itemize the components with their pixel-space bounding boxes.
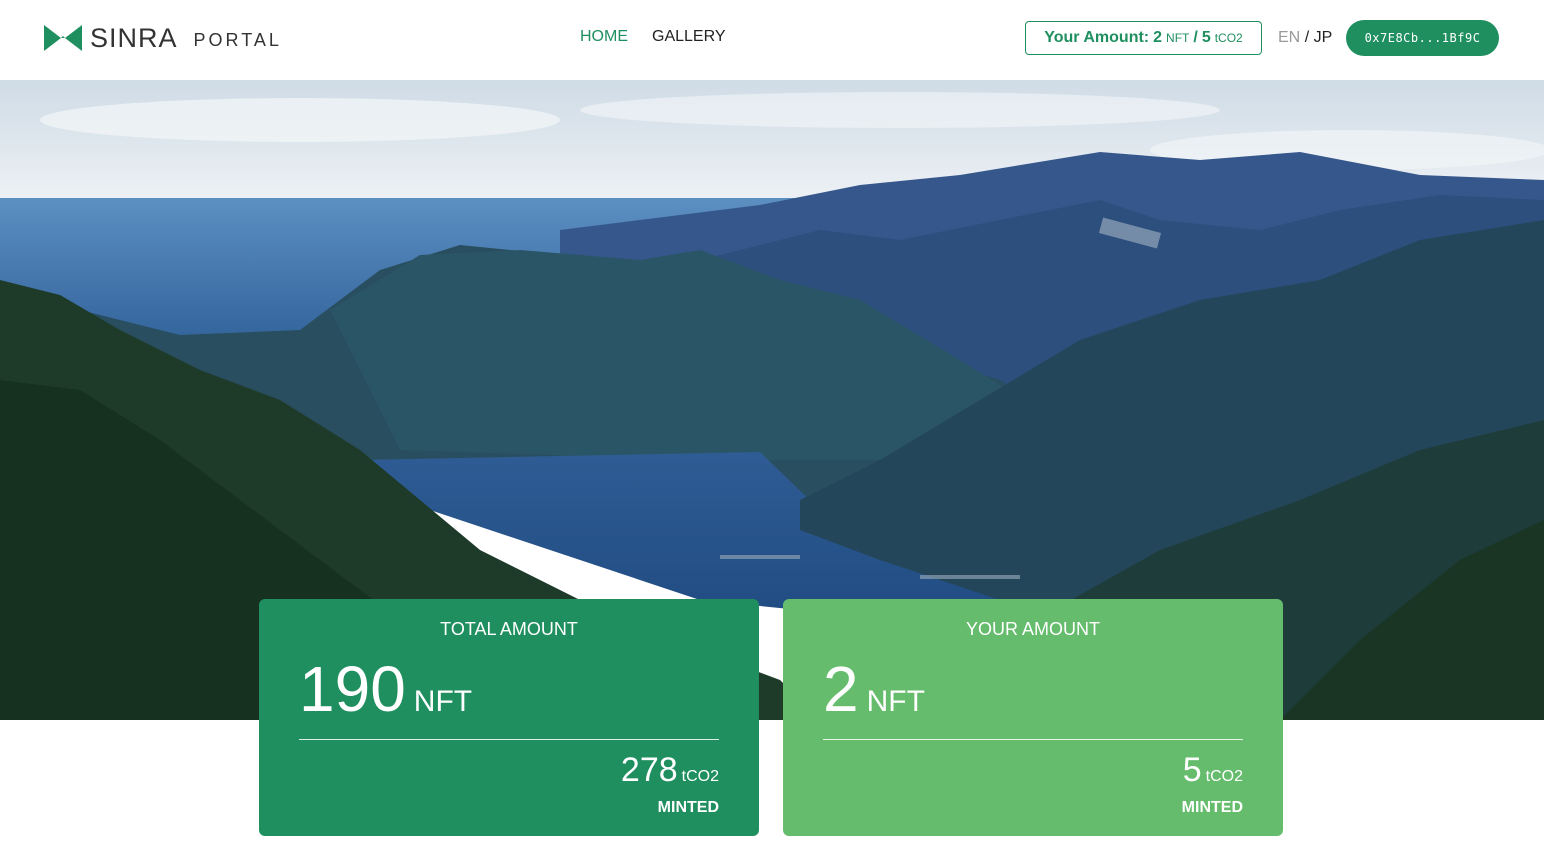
lang-en-option[interactable]: EN — [1278, 29, 1300, 46]
amount-separator: / — [1193, 29, 1198, 46]
language-switcher: EN / JP — [1278, 29, 1332, 47]
your-co2-amount: 5 tCO2 — [1183, 751, 1243, 790]
wallet-address-button[interactable]: 0x7E8Cb...1Bf9C — [1346, 20, 1499, 56]
total-minted-label: MINTED — [657, 799, 719, 816]
amount-prefix: Your Amount: — [1044, 29, 1150, 46]
total-nft-amount: 190 NFT — [299, 657, 472, 721]
your-amount-badge: Your Amount: 2 NFT / 5 tCO2 — [1025, 21, 1262, 55]
brand-subtitle: PORTAL — [193, 29, 282, 50]
total-nft-unit: NFT — [413, 685, 473, 718]
sinra-logo-icon — [42, 23, 84, 53]
your-nft-unit: NFT — [866, 685, 925, 718]
brand-name: SINRA — [90, 22, 178, 53]
total-nft-value: 190 — [299, 653, 406, 725]
total-amount-card: TOTAL AMOUNT 190 NFT 278 tCO2 MINTED — [259, 599, 759, 836]
your-card-title: YOUR AMOUNT — [965, 619, 1100, 639]
amount-nft-unit: NFT — [1166, 31, 1190, 45]
total-co2-unit: tCO2 — [681, 768, 719, 785]
total-card-title: TOTAL AMOUNT — [440, 619, 578, 639]
your-card-divider — [823, 739, 1243, 740]
your-minted-label: MINTED — [1181, 799, 1243, 816]
amount-co2-value: 5 — [1201, 29, 1211, 46]
your-nft-value: 2 — [823, 653, 859, 725]
lang-separator: / — [1304, 29, 1310, 46]
your-co2-unit: tCO2 — [1205, 768, 1243, 785]
hero-image — [0, 80, 1544, 720]
nav-home-link[interactable]: HOME — [580, 28, 628, 46]
nav-gallery-link[interactable]: GALLERY — [652, 28, 726, 46]
your-co2-value: 5 — [1182, 751, 1202, 789]
mountain-bay-landscape-icon — [0, 80, 1544, 720]
top-header: SINRA PORTAL HOME GALLERY Your Amount: 2… — [0, 0, 1544, 80]
amount-co2-unit: tCO2 — [1214, 31, 1243, 45]
total-card-divider — [299, 739, 719, 740]
your-amount-card: YOUR AMOUNT 2 NFT 5 tCO2 MINTED — [783, 599, 1283, 836]
total-co2-value: 278 — [620, 751, 678, 789]
main-nav: HOME GALLERY — [580, 28, 726, 46]
total-co2-amount: 278 tCO2 — [621, 751, 719, 790]
amount-nft-value: 2 — [1153, 29, 1163, 46]
lang-jp-option[interactable]: JP — [1314, 29, 1333, 46]
your-nft-amount: 2 NFT — [823, 657, 925, 721]
brand-logo[interactable]: SINRA PORTAL — [42, 22, 282, 54]
